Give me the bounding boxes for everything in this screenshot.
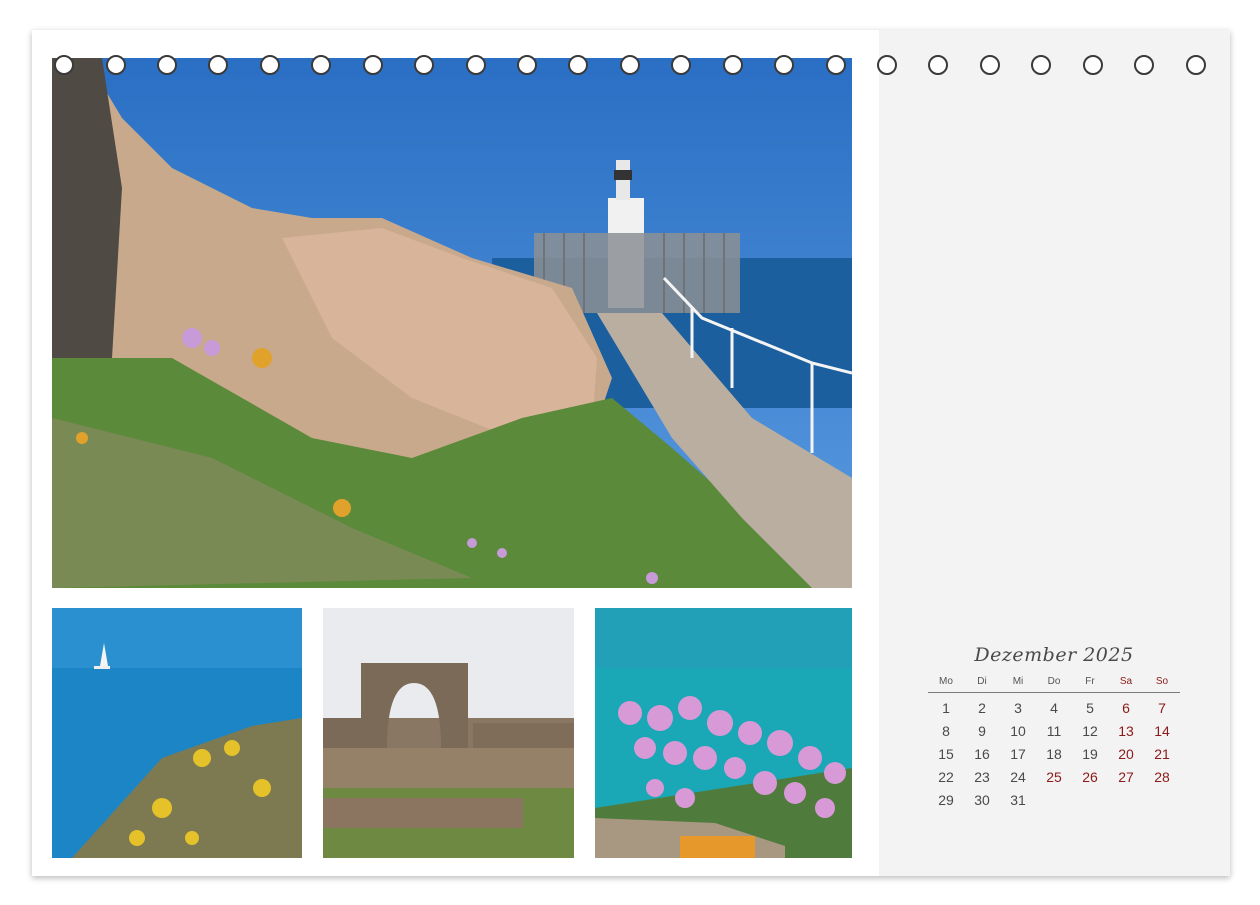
ring-hole	[928, 55, 948, 75]
ring-hole	[671, 55, 691, 75]
calendar-day: 22	[938, 769, 954, 785]
weekday-header: Mi	[1012, 675, 1024, 687]
calendar-day: 14	[1154, 723, 1170, 739]
ring-hole	[311, 55, 331, 75]
calendar-day: 3	[1014, 700, 1022, 716]
calendar-day: 2	[978, 700, 986, 716]
calendar-day: 19	[1082, 746, 1098, 762]
stone-arch-ruin-photo	[323, 608, 574, 858]
ring-hole	[517, 55, 537, 75]
ring-hole	[260, 55, 280, 75]
weekday-header: So	[1155, 675, 1169, 687]
calendar-day: 15	[938, 746, 954, 762]
calendar-day: 8	[942, 723, 950, 739]
ring-hole	[1134, 55, 1154, 75]
ring-hole	[620, 55, 640, 75]
calendar-day: 30	[974, 792, 990, 808]
ring-hole	[826, 55, 846, 75]
calendar-day: 13	[1118, 723, 1134, 739]
ring-hole	[106, 55, 126, 75]
weekday-header: Sa	[1119, 675, 1133, 687]
calendar-day: 29	[938, 792, 954, 808]
calendar-day: 16	[974, 746, 990, 762]
calendar-day: 18	[1046, 746, 1062, 762]
calendar-day: 5	[1086, 700, 1094, 716]
day-grid: 1 2 3 4 5 6 7 8 9 10 11 12 13 14 15 16 17 18 19 20 21 22 23 24 2…	[928, 697, 1180, 812]
weekday-header: Do	[1047, 675, 1061, 687]
weekday-header: Di	[977, 675, 987, 687]
ring-hole	[208, 55, 228, 75]
calendar-day: 24	[1010, 769, 1026, 785]
ring-hole	[363, 55, 383, 75]
spiral-binding	[0, 0, 1260, 90]
ring-hole	[414, 55, 434, 75]
ring-hole	[774, 55, 794, 75]
calendar-day: 7	[1158, 700, 1166, 716]
sailboat-cliff-photo	[52, 608, 302, 858]
ring-hole	[54, 55, 74, 75]
ring-hole	[1186, 55, 1206, 75]
calendar-day: 21	[1154, 746, 1170, 762]
ring-hole	[980, 55, 1000, 75]
ring-hole	[157, 55, 177, 75]
calendar-day: 11	[1046, 723, 1062, 739]
ring-hole	[723, 55, 743, 75]
calendar-day: 23	[974, 769, 990, 785]
calendar-day: 4	[1050, 700, 1058, 716]
weekday-header: Mo	[939, 675, 953, 687]
calendar-day: 28	[1154, 769, 1170, 785]
calendar-day: 6	[1122, 700, 1130, 716]
calendar-day: 12	[1082, 723, 1098, 739]
ring-hole	[1083, 55, 1103, 75]
calendar-day: 17	[1010, 746, 1026, 762]
calendar-day: 9	[978, 723, 986, 739]
calendar-day: 1	[942, 700, 950, 716]
calendar-day: 10	[1010, 723, 1026, 739]
calendar-day: 20	[1118, 746, 1134, 762]
month-title: Dezember 2025	[974, 644, 1134, 666]
calendar-day: 31	[1010, 792, 1026, 808]
pink-thrift-flowers-photo	[595, 608, 852, 858]
month-calendar: Dezember 2025 Mo Di Mi Do Fr Sa So 12345…	[928, 640, 1180, 812]
calendar-day: 25	[1046, 769, 1062, 785]
main-photo-lighthouse	[52, 58, 852, 588]
calendar-day: 27	[1118, 769, 1134, 785]
weekday-header: Fr	[1085, 675, 1095, 687]
weekday-header-row: Mo Di Mi Do Fr Sa So	[928, 670, 1180, 693]
ring-hole	[877, 55, 897, 75]
ring-hole	[1031, 55, 1051, 75]
ring-hole	[466, 55, 486, 75]
calendar-day: 26	[1082, 769, 1098, 785]
ring-hole	[568, 55, 588, 75]
